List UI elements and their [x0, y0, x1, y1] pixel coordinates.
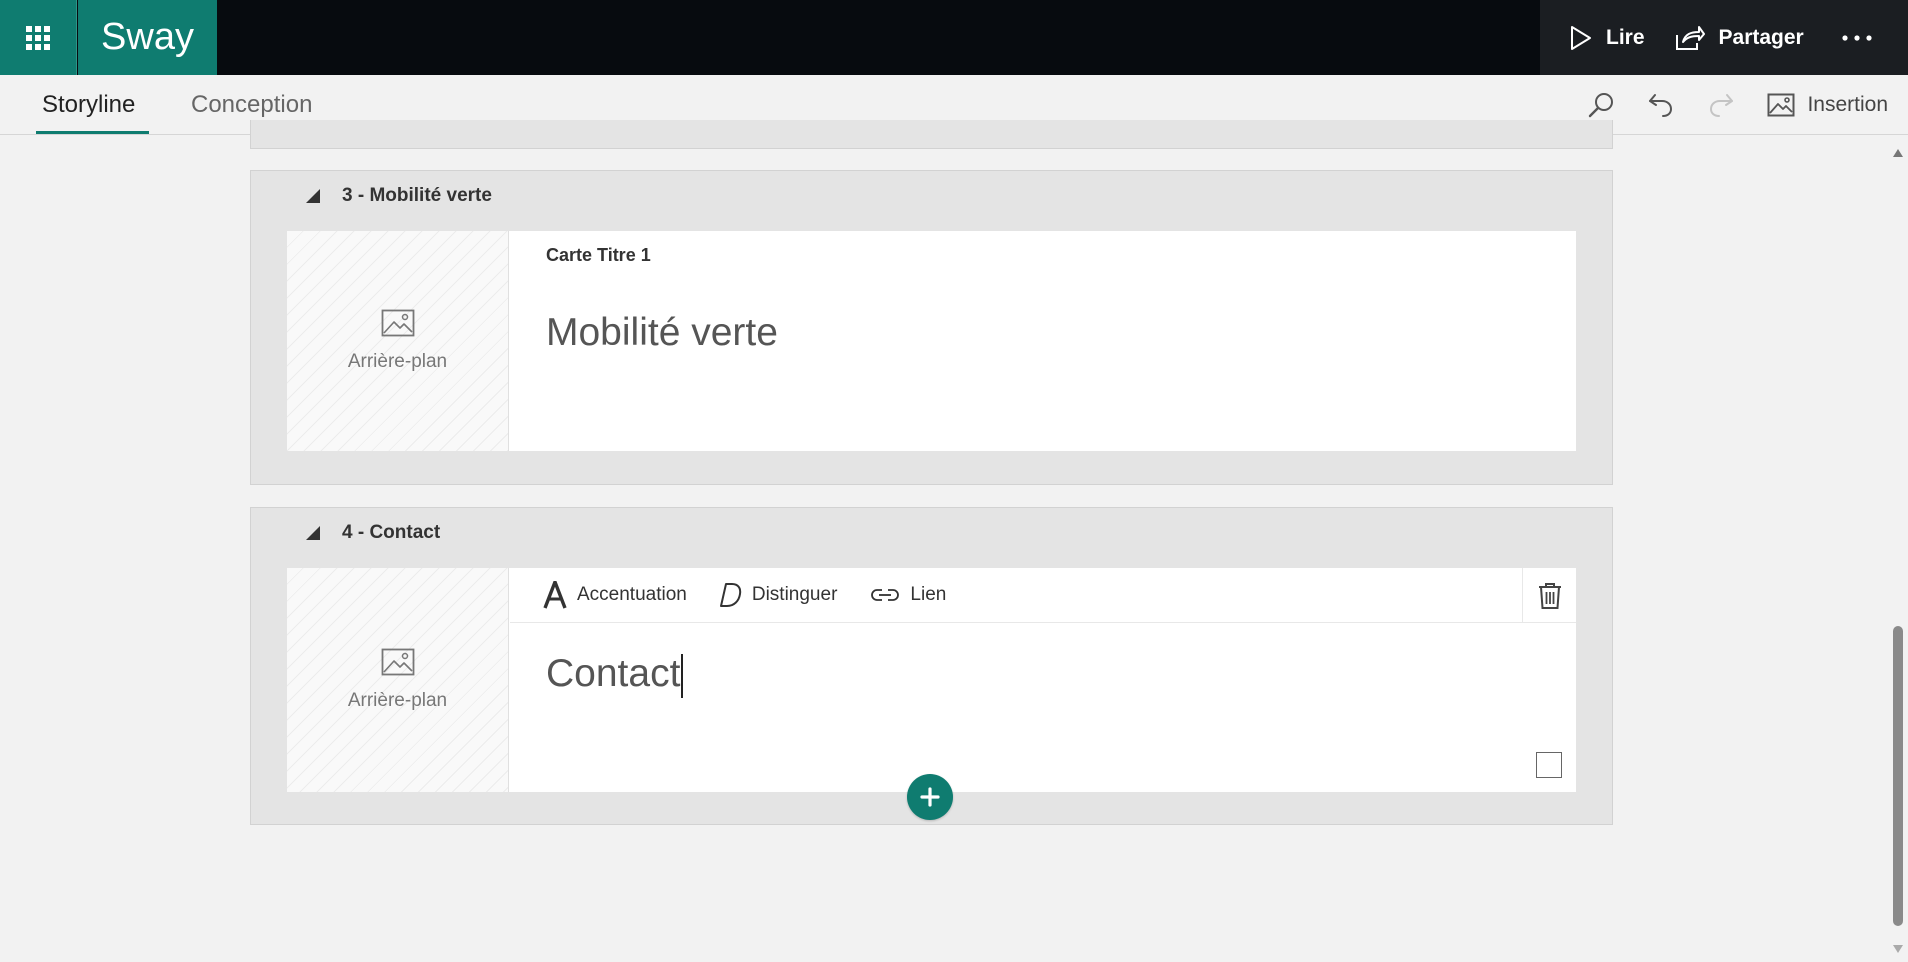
active-tab-indicator: [36, 131, 149, 134]
card-title-text[interactable]: Mobilité verte: [546, 311, 778, 355]
search-button[interactable]: [1587, 91, 1615, 119]
section-3: 3 - Mobilité verte Arrière-plan Carte Ti…: [250, 170, 1613, 485]
trash-icon: [1538, 582, 1561, 609]
collapse-triangle-icon: [306, 189, 320, 203]
accent-icon: [543, 581, 567, 609]
collapse-triangle-icon: [306, 526, 320, 540]
background-label: Arrière-plan: [347, 690, 448, 711]
emphasis-icon: [719, 583, 742, 607]
section-previous: [250, 120, 1613, 149]
image-icon: [1767, 93, 1795, 117]
background-placeholder[interactable]: Arrière-plan: [287, 568, 509, 792]
accent-label: Accentuation: [577, 584, 687, 605]
plus-icon: [920, 787, 940, 807]
scroll-up-arrow-icon[interactable]: [1892, 148, 1904, 158]
background-label: Arrière-plan: [347, 351, 448, 372]
emphasis-label: Distinguer: [751, 584, 838, 605]
play-icon: [1571, 25, 1591, 50]
top-bar: Sway Lire Partager: [0, 0, 1908, 75]
play-label: Lire: [1606, 25, 1645, 49]
more-icon: [1842, 34, 1872, 41]
accent-button[interactable]: Accentuation: [543, 581, 687, 609]
delete-card-button[interactable]: [1522, 568, 1576, 623]
title-card-editing[interactable]: Arrière-plan Accentuation Distinguer Lie…: [287, 568, 1576, 792]
link-label: Lien: [910, 584, 947, 605]
share-label: Partager: [1718, 25, 1804, 49]
scroll-down-arrow-icon[interactable]: [1892, 944, 1904, 954]
waffle-icon: [26, 25, 50, 50]
play-button[interactable]: Lire: [1570, 25, 1645, 51]
section-heading[interactable]: 3 - Mobilité verte: [306, 185, 492, 207]
scrollbar-thumb[interactable]: [1893, 626, 1903, 926]
background-placeholder[interactable]: Arrière-plan: [287, 231, 509, 451]
top-actions: Lire Partager: [1540, 0, 1908, 75]
link-button[interactable]: Lien: [870, 584, 946, 606]
text-cursor: [681, 653, 684, 698]
card-title-text: Contact: [546, 652, 681, 695]
section-heading-label: 3 - Mobilité verte: [342, 185, 492, 206]
emphasis-button[interactable]: Distinguer: [719, 582, 838, 608]
title-card[interactable]: Arrière-plan Carte Titre 1 Mobilité vert…: [287, 231, 1576, 451]
redo-button[interactable]: [1707, 91, 1735, 119]
image-placeholder-icon: [381, 309, 414, 337]
toolbar: Insertion: [1587, 75, 1908, 135]
share-button[interactable]: Partager: [1675, 25, 1804, 51]
link-icon: [871, 589, 900, 601]
app-launcher-button[interactable]: [0, 0, 77, 75]
card-title-input[interactable]: Contact: [546, 652, 684, 698]
search-icon: [1589, 93, 1614, 118]
format-toolbar: Accentuation Distinguer Lien: [510, 568, 1576, 623]
vertical-scrollbar[interactable]: [1888, 136, 1908, 962]
insert-label: Insertion: [1807, 93, 1888, 116]
card-type-label: Carte Titre 1: [546, 245, 651, 265]
add-content-button[interactable]: [907, 774, 953, 820]
section-heading-label: 4 - Contact: [342, 522, 441, 543]
tab-storyline[interactable]: Storyline: [42, 75, 135, 135]
undo-button[interactable]: [1647, 91, 1675, 119]
share-icon: [1675, 25, 1705, 50]
more-options-button[interactable]: [1842, 34, 1872, 41]
app-name: Sway: [78, 0, 217, 75]
select-card-checkbox[interactable]: [1536, 752, 1562, 778]
image-placeholder-icon: [381, 648, 414, 676]
insert-button[interactable]: Insertion: [1767, 93, 1888, 117]
undo-icon: [1649, 94, 1673, 117]
section-heading[interactable]: 4 - Contact: [306, 522, 440, 544]
redo-icon: [1710, 94, 1734, 117]
